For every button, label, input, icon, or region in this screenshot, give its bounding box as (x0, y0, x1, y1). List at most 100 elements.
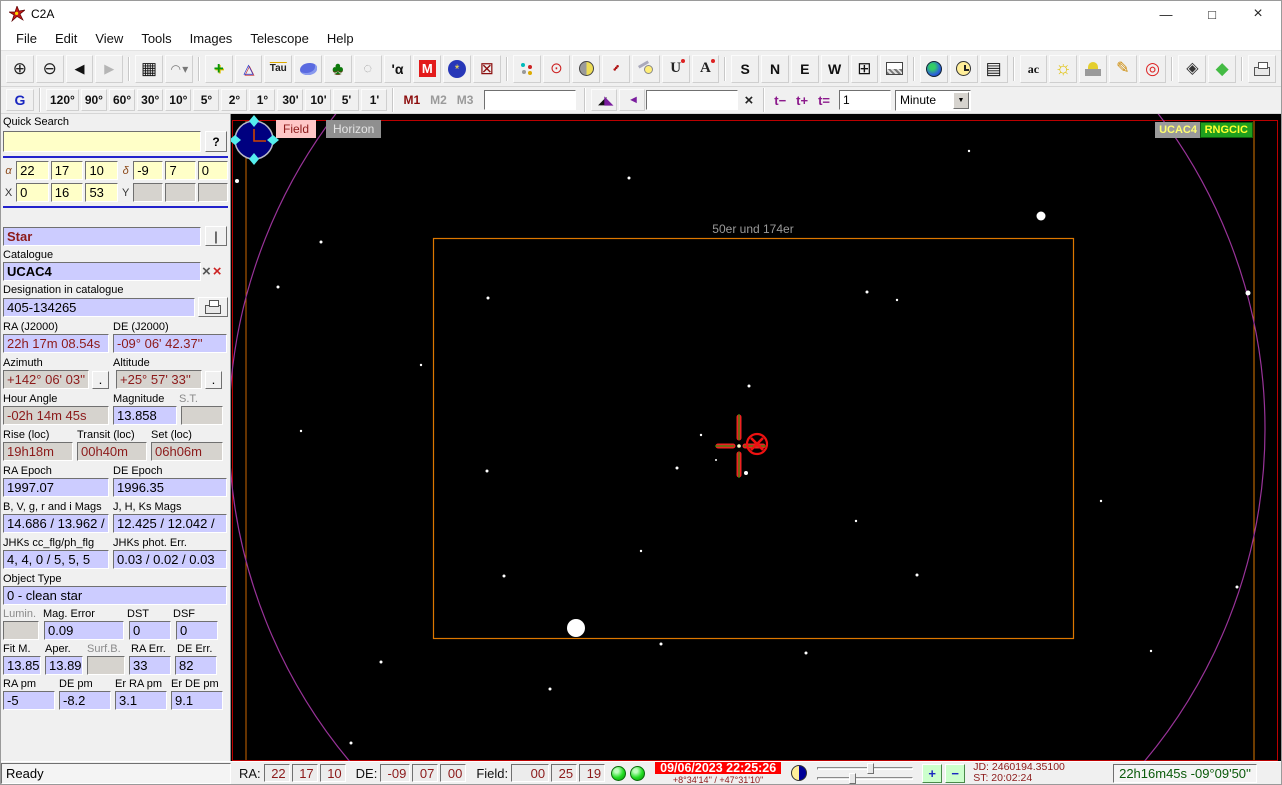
time-step-input[interactable] (839, 90, 891, 110)
search-object-input[interactable] (646, 90, 739, 110)
time-plus-button[interactable]: t+ (791, 93, 813, 108)
altitude-detail-button[interactable]: . (205, 370, 222, 389)
orient-east-button[interactable]: E (790, 54, 819, 83)
zoom-in-button[interactable]: ⊕ (6, 54, 34, 83)
messier-objects-button[interactable]: M (413, 54, 442, 83)
object-name-input[interactable] (484, 90, 577, 110)
flip-horizontal-button[interactable]: ◢◣ (591, 89, 618, 111)
close-button[interactable]: × (1235, 1, 1281, 27)
zoom-out-button[interactable]: − (945, 763, 966, 783)
planet-path-button[interactable]: ••• (602, 54, 630, 83)
constellation-boundaries-button[interactable]: ◌ (353, 54, 382, 83)
slider-track-bottom[interactable] (817, 777, 914, 780)
slider-track-top[interactable] (817, 767, 914, 770)
fov-120deg-button[interactable]: 120° (46, 89, 79, 111)
minimize-button[interactable]: — (1143, 1, 1189, 27)
print-button[interactable] (1248, 54, 1276, 83)
flip-vertical-button[interactable]: ◄ (619, 89, 646, 111)
designation-field[interactable]: 405-134265 (3, 297, 195, 317)
slider-thumb-top[interactable] (867, 763, 875, 774)
constellation-lines-button[interactable]: △ (234, 54, 263, 83)
asteroid-display-button[interactable]: A (691, 54, 720, 83)
object-info-button[interactable]: | (205, 226, 227, 246)
y1-input[interactable] (133, 183, 164, 202)
observatory-button[interactable] (1079, 54, 1107, 83)
quick-search-input[interactable] (3, 131, 201, 152)
planet-marks-button[interactable]: ⊙ (542, 54, 571, 83)
star-magnitudes-button[interactable] (512, 54, 541, 83)
telescope-goto-button[interactable]: ◎ (1138, 54, 1167, 83)
fov-10deg-button[interactable]: 10° (165, 89, 192, 111)
orient-south-button[interactable]: S (731, 54, 760, 83)
magnitude-sliders[interactable] (815, 763, 919, 784)
orient-west-button[interactable]: W (820, 54, 849, 83)
constellation-names-button[interactable]: Tau (264, 54, 293, 83)
de-seconds-input[interactable]: 0 (197, 161, 229, 180)
fov-1deg-button[interactable]: 1° (249, 89, 276, 111)
date-time-button[interactable] (949, 54, 978, 83)
milky-way-button[interactable] (294, 54, 322, 83)
annotate-button[interactable]: ✎ (1108, 54, 1137, 83)
de-degrees-input[interactable]: -9 (133, 161, 164, 180)
time-unit-select[interactable]: Minute ▼ (895, 89, 971, 111)
print-object-button[interactable] (198, 297, 228, 317)
clear-gray-icon[interactable]: × (201, 264, 212, 279)
comet-display-button[interactable] (631, 54, 660, 83)
ra-hours-input[interactable]: 22 (16, 161, 49, 180)
catalogue-field[interactable]: UCAC4 (3, 262, 201, 281)
clear-red-icon[interactable]: × (212, 264, 223, 279)
maximize-button[interactable]: □ (1189, 1, 1235, 27)
de-minutes-input[interactable]: 7 (165, 161, 196, 180)
horizon-landscape-button[interactable]: ♣ (323, 54, 352, 83)
x2-input[interactable]: 16 (50, 183, 84, 202)
memory-2-button[interactable]: M2 (425, 93, 452, 107)
fov-1min-button[interactable]: 1' (361, 89, 388, 111)
fov-90deg-button[interactable]: 90° (80, 89, 107, 111)
uranus-display-button[interactable]: U (661, 54, 690, 83)
field-marker-button[interactable]: + (204, 54, 233, 83)
center-field-button[interactable]: ⊞ (850, 54, 879, 83)
memory-3-button[interactable]: M3 (452, 93, 479, 107)
greek-letters-button[interactable]: 'α (383, 54, 412, 83)
memory-1-button[interactable]: M1 (398, 93, 425, 107)
daylight-button[interactable]: ☼ (1049, 54, 1078, 83)
fov-10min-button[interactable]: 10' (305, 89, 332, 111)
ra-seconds-input[interactable]: 10 (85, 161, 119, 180)
tab-horizon[interactable]: Horizon (326, 120, 382, 138)
goto-button[interactable]: G (6, 89, 34, 111)
fov-2deg-button[interactable]: 2° (221, 89, 248, 111)
azimuth-detail-button[interactable]: . (92, 370, 109, 389)
finder-frame-button[interactable]: ◆ (1208, 54, 1237, 83)
slider-thumb-bottom[interactable] (849, 773, 857, 784)
menu-view[interactable]: View (86, 28, 132, 49)
chevron-down-icon[interactable]: ▼ (953, 91, 969, 109)
time-minus-button[interactable]: t− (769, 93, 791, 108)
object-labels-button[interactable]: ac (1019, 54, 1048, 83)
x1-input[interactable]: 0 (16, 183, 49, 202)
y3-input[interactable] (197, 183, 229, 202)
fov-5min-button[interactable]: 5' (333, 89, 360, 111)
sky-dome-button[interactable]: ◠ ▾ (164, 54, 193, 83)
menu-help[interactable]: Help (318, 28, 363, 49)
orient-north-button[interactable]: N (761, 54, 789, 83)
fov-30min-button[interactable]: 30' (277, 89, 304, 111)
menu-tools[interactable]: Tools (132, 28, 180, 49)
fov-5deg-button[interactable]: 5° (193, 89, 220, 111)
image-frames-button[interactable]: ⊠ (472, 54, 501, 83)
ra-minutes-input[interactable]: 17 (50, 161, 84, 180)
pan-right-button[interactable]: ▶ (95, 54, 124, 83)
status-led-1[interactable] (611, 765, 627, 781)
object-list-panel-button[interactable]: ▤ (979, 54, 1008, 83)
moon-display-button[interactable] (572, 54, 601, 83)
pan-left-button[interactable]: ◀ (65, 54, 94, 83)
zoom-in-button[interactable]: + (922, 763, 943, 783)
horizon-limit-button[interactable] (880, 54, 909, 83)
tab-field[interactable]: Field (276, 120, 317, 138)
fov-30deg-button[interactable]: 30° (137, 89, 164, 111)
observing-site-button[interactable] (920, 54, 948, 83)
clear-search-button[interactable]: × (738, 92, 759, 109)
menu-telescope[interactable]: Telescope (241, 28, 318, 49)
menu-file[interactable]: File (7, 28, 46, 49)
coordinate-grid-button[interactable]: ▦ (135, 54, 163, 83)
time-set-button[interactable]: t= (813, 93, 835, 108)
